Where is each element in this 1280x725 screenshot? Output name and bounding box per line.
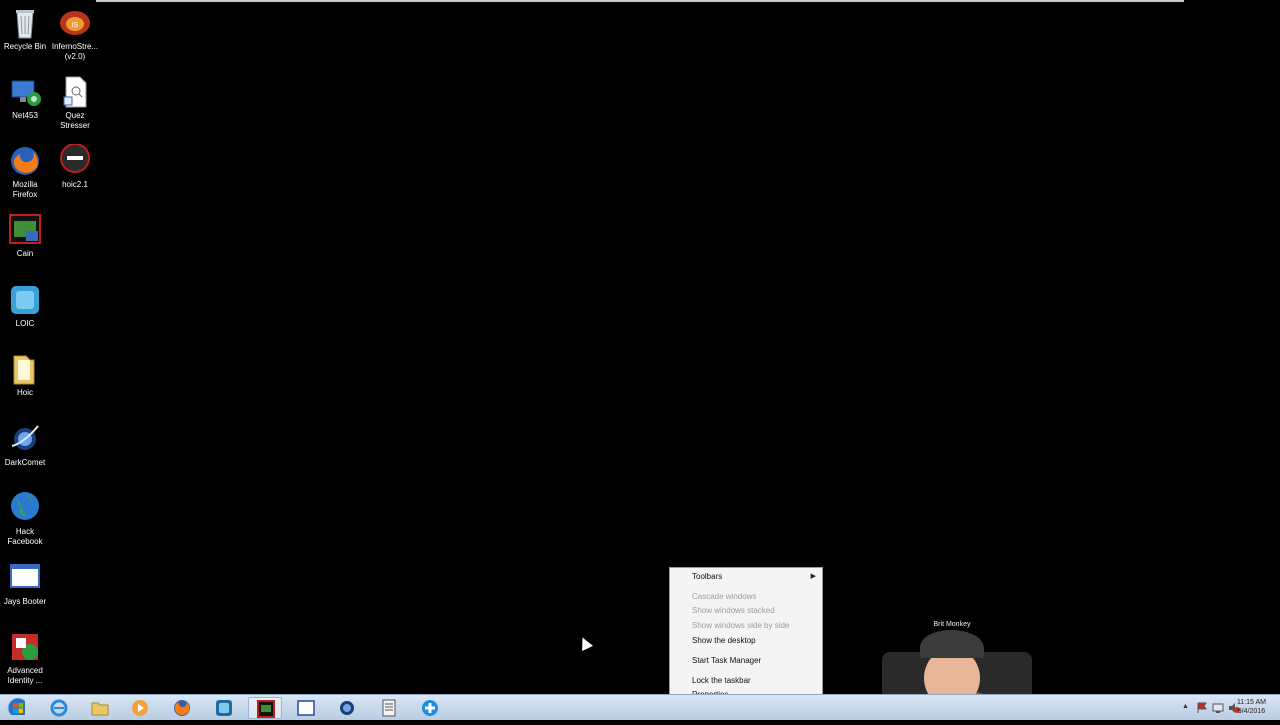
taskbar-media-player-button[interactable] xyxy=(123,697,157,719)
folder-icon xyxy=(8,352,42,386)
net453-icon xyxy=(8,75,42,109)
darkcomet-icon xyxy=(8,422,42,456)
taskbar-cain-button[interactable] xyxy=(248,697,282,719)
notepad-icon xyxy=(382,699,396,717)
desktop-icon-label: hoic2.1 xyxy=(62,180,88,189)
cain-icon xyxy=(257,700,275,718)
darkcomet-icon xyxy=(340,701,354,715)
menu-item-show-the-desktop[interactable]: Show the desktop xyxy=(692,636,756,646)
taskbar-ie-button[interactable] xyxy=(42,697,76,719)
clock-date: 9/4/2016 xyxy=(1237,708,1266,715)
desktop-icon-hoic21[interactable]: hoic2.1 xyxy=(50,143,100,190)
desktop-icon-net453[interactable]: Net453 xyxy=(0,75,50,121)
submenu-arrow-icon: ▶ xyxy=(810,573,816,580)
desktop-icon-label: Net453 xyxy=(12,111,38,120)
desktop-icon-label: Advanced Identity ... xyxy=(7,666,43,685)
taskbar[interactable]: ▲ 11:15 AM 9/4/2016 xyxy=(0,694,1280,720)
desktop-icon-label: Recycle Bin xyxy=(3,42,47,51)
desktop-icon-label: LOIC xyxy=(15,319,35,328)
plus-icon xyxy=(422,700,438,716)
desktop-icon-darkcomet[interactable]: DarkComet xyxy=(0,422,50,468)
taskbar-plus-app-button[interactable] xyxy=(413,697,447,719)
top-edge-line xyxy=(96,0,1184,2)
firefox-icon xyxy=(8,144,42,178)
desktop-icon-recycle-bin[interactable]: Recycle Bin xyxy=(0,6,50,52)
desktop-icon-label: Jays Booter xyxy=(3,597,47,606)
desktop-icon-infernostresser[interactable]: IS InfernoStre... (v2.0) xyxy=(50,6,100,62)
advanced-identity-icon xyxy=(8,630,42,664)
desktop-icon-cain[interactable]: Cain xyxy=(0,213,50,259)
taskbar-context-menu: Toolbars ▶ Cascade windows Show windows … xyxy=(669,567,823,704)
desktop-icon-jays-booter[interactable]: Jays Booter xyxy=(0,561,50,607)
cap-text: Brit Monkey xyxy=(934,621,971,628)
desktop-icon-label: Hack Facebook xyxy=(7,527,43,546)
desktop-icon-label: DarkComet xyxy=(4,458,46,467)
menu-item-show-windows-stacked: Show windows stacked xyxy=(692,606,775,615)
menu-item-lock-the-taskbar[interactable]: Lock the taskbar xyxy=(692,676,751,686)
hoic-icon xyxy=(58,143,92,178)
taskbar-notepad-button[interactable] xyxy=(372,697,406,719)
window-icon xyxy=(8,561,42,595)
document-icon xyxy=(58,75,92,109)
taskbar-explorer-button[interactable] xyxy=(83,697,117,719)
inferno-stresser-icon: IS xyxy=(58,6,92,40)
folder-icon xyxy=(91,702,109,716)
system-tray: ▲ 11:15 AM 9/4/2016 xyxy=(1150,695,1280,721)
menu-item-show-windows-side-by-side: Show windows side by side xyxy=(692,621,790,630)
desktop-icon-label: Quez Stresser xyxy=(60,111,90,130)
desktop-icon-firefox[interactable]: Mozilla Firefox xyxy=(0,144,50,200)
firefox-icon xyxy=(174,700,190,716)
network-icon[interactable] xyxy=(1212,702,1224,714)
clock-time: 11:15 AM xyxy=(1236,699,1266,706)
play-icon xyxy=(132,700,148,716)
desktop-icon-label: Mozilla Firefox xyxy=(12,180,38,199)
desktop-icon-quez-stresser[interactable]: Quez Stresser xyxy=(50,75,100,131)
svg-text:IS: IS xyxy=(72,22,79,29)
menu-item-toolbars[interactable]: Toolbars xyxy=(692,572,722,582)
action-center-flag-icon[interactable] xyxy=(1196,702,1208,714)
cain-icon xyxy=(8,213,42,247)
ie-icon xyxy=(50,699,68,717)
start-button[interactable] xyxy=(2,697,36,719)
mouse-cursor xyxy=(577,635,593,651)
desktop-icon-advanced-identity[interactable]: Advanced Identity ... xyxy=(0,630,50,686)
loic-icon xyxy=(8,283,42,317)
globe-icon xyxy=(8,491,42,525)
desktop-icon-hoic-folder[interactable]: Hoic xyxy=(0,352,50,398)
recycle-bin-icon xyxy=(8,6,42,40)
desktop-icon-label: Hoic xyxy=(16,388,33,397)
desktop-icon-loic[interactable]: LOIC xyxy=(0,283,50,329)
show-hidden-icons-arrow-icon[interactable]: ▲ xyxy=(1182,703,1189,710)
desktop-icon-label: InfernoStre... (v2.0) xyxy=(51,42,99,61)
taskbar-firefox-button[interactable] xyxy=(165,697,199,719)
desktop-icon-label: Cain xyxy=(16,249,34,258)
window-icon xyxy=(297,700,315,716)
menu-item-cascade-windows: Cascade windows xyxy=(692,592,757,601)
taskbar-window-button[interactable] xyxy=(289,697,323,719)
desktop-icon-hack-facebook[interactable]: Hack Facebook xyxy=(0,491,50,547)
clock[interactable]: 11:15 AM 9/4/2016 xyxy=(1237,698,1266,716)
menu-item-start-task-manager[interactable]: Start Task Manager xyxy=(692,656,761,666)
loic-icon xyxy=(216,700,232,716)
windows-logo-icon xyxy=(7,697,25,715)
taskbar-darkcomet-button[interactable] xyxy=(330,697,364,719)
taskbar-loic-button[interactable] xyxy=(207,697,241,719)
